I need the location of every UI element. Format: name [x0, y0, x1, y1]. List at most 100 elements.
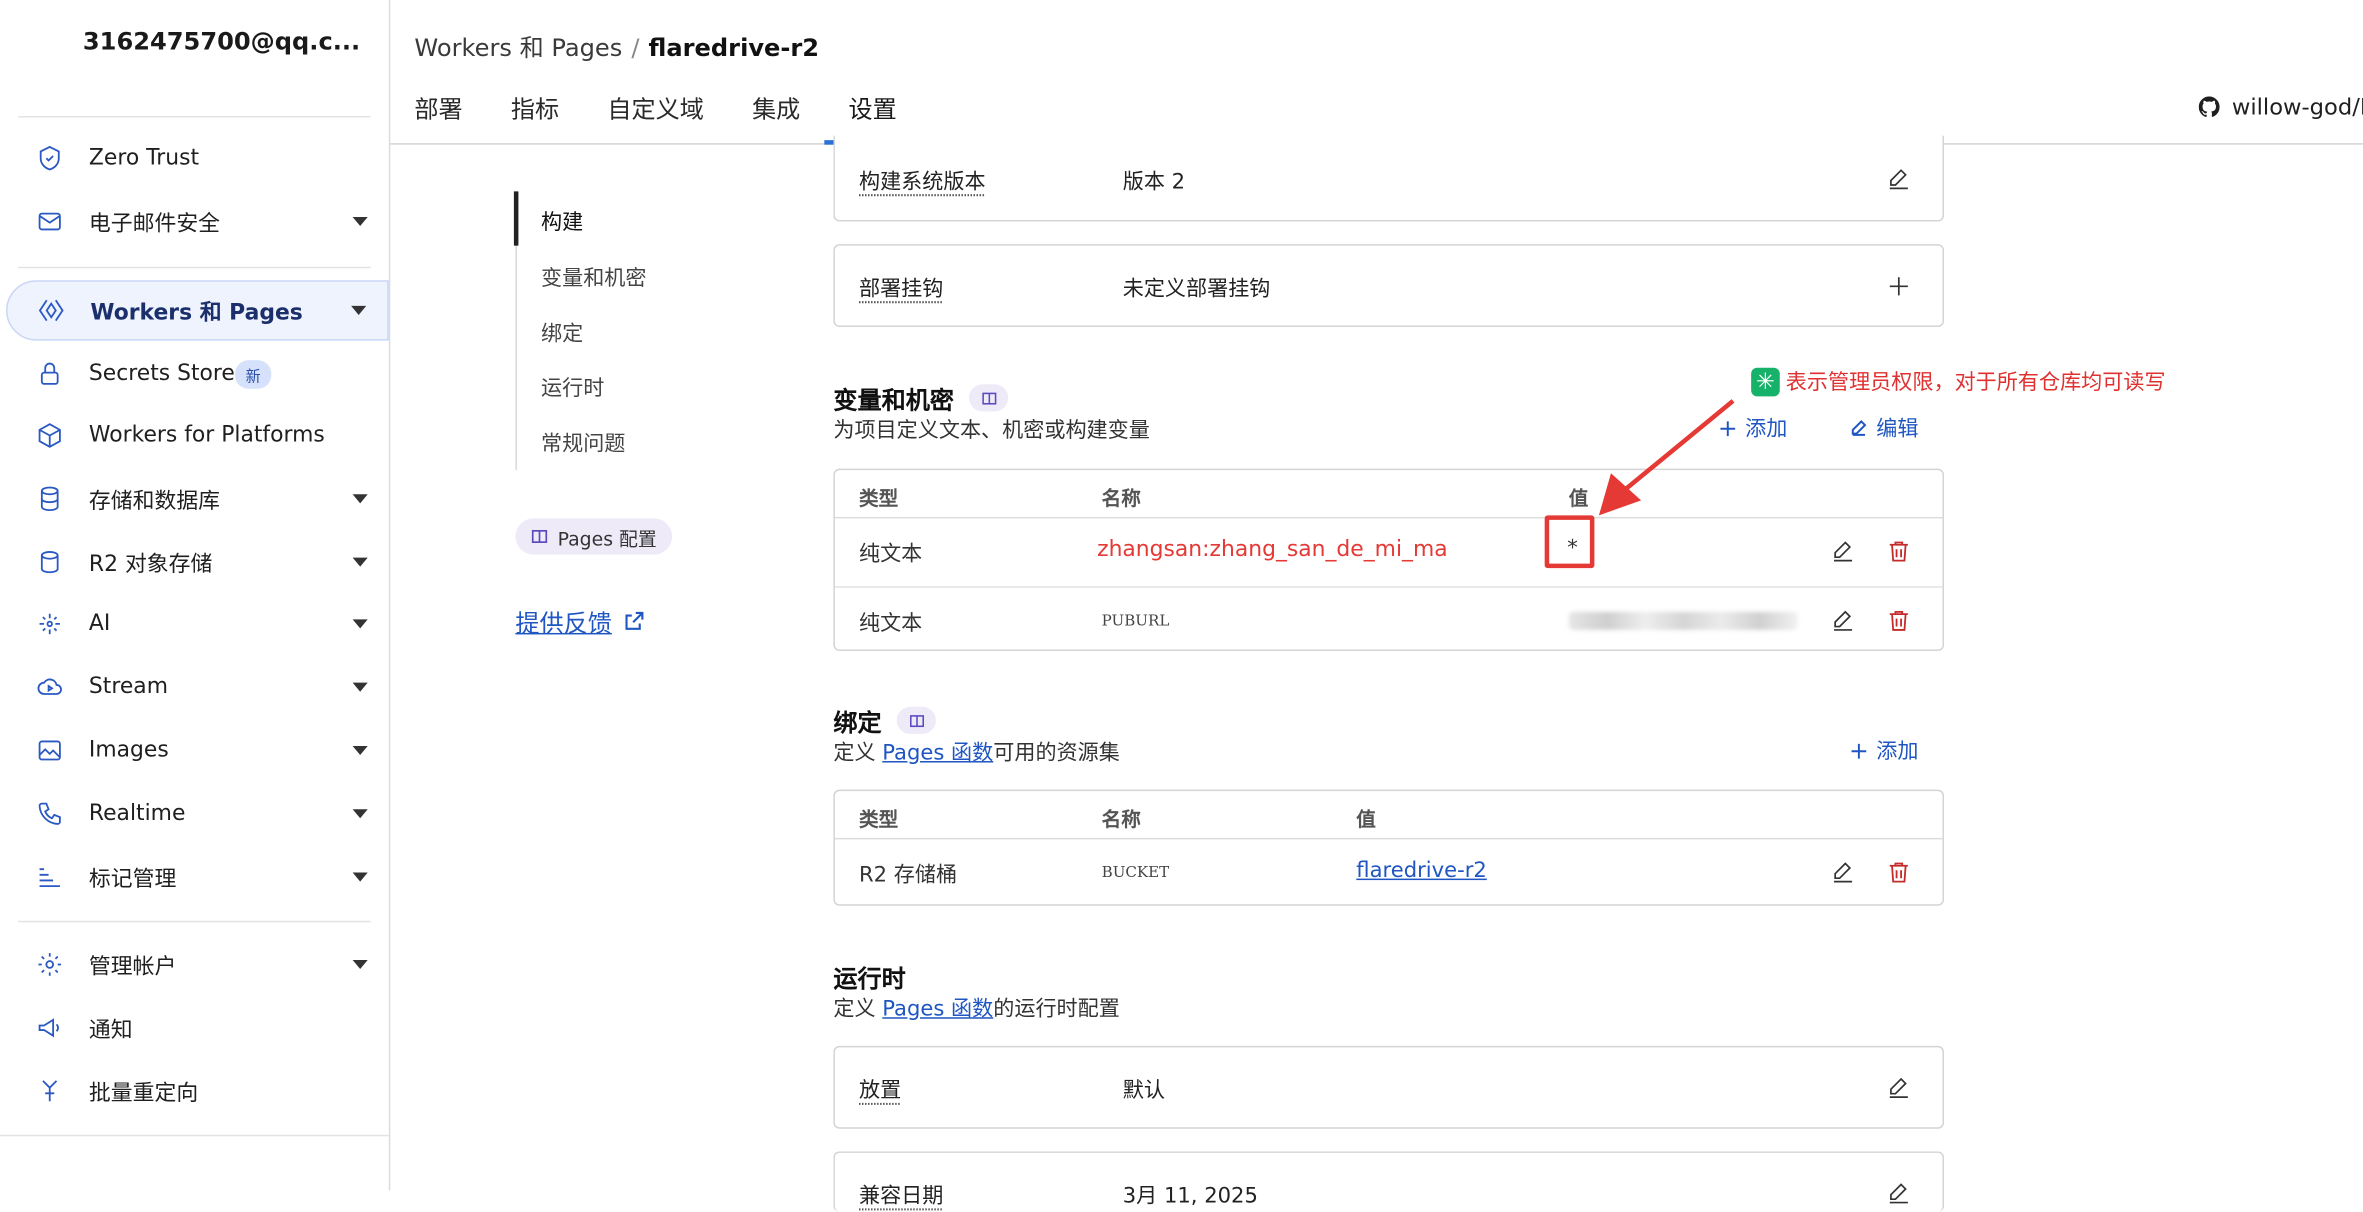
sidebar-item-label: Realtime — [88, 801, 186, 826]
subnav-item-variables[interactable]: 变量和机密 — [541, 262, 646, 292]
breadcrumb: Workers 和 Pages / flaredrive-r2 — [414, 27, 819, 63]
column-header-type: 类型 — [858, 488, 899, 511]
breadcrumb-current: flaredrive-r2 — [648, 33, 820, 62]
feedback-link[interactable]: 提供反馈 — [515, 603, 645, 639]
placement-value: 默认 — [1122, 1079, 1165, 1104]
runtime-desc-post: 的运行时配置 — [993, 997, 1120, 1022]
edit-icon[interactable] — [1829, 607, 1856, 634]
placement-card: 放置 默认 — [833, 1045, 1945, 1129]
trash-icon[interactable] — [1885, 538, 1912, 565]
sidebar-item-label: Zero Trust — [88, 146, 200, 171]
trash-icon[interactable] — [1885, 859, 1912, 886]
account-name[interactable]: 3162475700@qq.c... — [83, 27, 360, 56]
table-row: 纯文本 PUBURL — [834, 586, 1943, 651]
variable-type: 纯文本 — [858, 542, 923, 567]
settings-subnav: 构建 变量和机密 绑定 运行时 常规问题 — [513, 191, 756, 471]
sidebar-item-zero-trust[interactable]: Zero Trust — [6, 128, 389, 188]
tab-metrics[interactable]: 指标 — [487, 84, 583, 144]
pages-config-label: Pages 配置 — [557, 526, 657, 550]
compat-date-label: 兼容日期 — [858, 1184, 944, 1209]
tab-integrations[interactable]: 集成 — [728, 84, 824, 144]
chevron-down-icon[interactable] — [351, 305, 367, 315]
database-icon — [36, 485, 63, 512]
chevron-down-icon[interactable] — [352, 619, 368, 629]
sidebar-item-workers-platforms[interactable]: Workers for Platforms — [6, 405, 389, 465]
chevron-down-icon[interactable] — [352, 745, 368, 756]
sidebar-item-email-security[interactable]: 电子邮件安全 — [6, 191, 389, 251]
subnav-item-build[interactable]: 构建 — [541, 206, 583, 236]
edit-icon[interactable] — [1885, 166, 1912, 193]
edit-icon[interactable] — [1829, 859, 1856, 886]
chevron-down-icon[interactable] — [352, 557, 368, 567]
chevron-down-icon[interactable] — [352, 494, 368, 504]
edit-variables-button[interactable]: 编辑 — [1849, 413, 1918, 443]
annotation-badge-icon: ✳ — [1751, 366, 1780, 396]
repo-link[interactable]: willow-god/F — [2198, 93, 2363, 121]
column-header-value: 值 — [1568, 488, 1589, 511]
chevron-down-icon[interactable] — [352, 217, 368, 227]
sidebar-item-notifications[interactable]: 通知 — [6, 998, 389, 1058]
variables-section-title: 变量和机密 — [833, 380, 1009, 416]
variable-name: PUBURL — [1101, 613, 1170, 630]
chevron-down-icon[interactable] — [352, 872, 368, 882]
storage-icon — [36, 549, 63, 576]
sidebar-item-secrets-store[interactable]: Secrets Store 新 — [6, 344, 389, 404]
redacted-value — [1568, 611, 1798, 630]
sidebar-item-workers-pages[interactable]: Workers 和 Pages — [6, 280, 389, 341]
pages-functions-link[interactable]: Pages 函数 — [882, 741, 993, 765]
sidebar-item-r2[interactable]: R2 对象存储 — [6, 532, 389, 592]
subnav-item-runtime[interactable]: 运行时 — [541, 372, 604, 402]
subnav-item-general[interactable]: 常规问题 — [541, 428, 625, 458]
table-header: 类型 名称 值 — [834, 791, 1943, 840]
subnav-item-bindings[interactable]: 绑定 — [541, 318, 583, 348]
sidebar-item-label: 批量重定向 — [88, 1081, 199, 1106]
column-header-name: 名称 — [1101, 488, 1141, 511]
binding-value-link[interactable]: flaredrive-r2 — [1356, 859, 1487, 883]
add-binding-label: 添加 — [1876, 739, 1919, 765]
sidebar-item-tag-management[interactable]: 标记管理 — [6, 847, 389, 907]
edit-icon[interactable] — [1829, 538, 1856, 565]
binding-type: R2 存储桶 — [858, 863, 958, 888]
sidebar-item-stream[interactable]: Stream — [6, 657, 389, 717]
sidebar-item-realtime[interactable]: Realtime — [6, 784, 389, 844]
sidebar-item-ai[interactable]: AI — [6, 594, 389, 654]
gear-icon — [36, 951, 63, 978]
sidebar-item-images[interactable]: Images — [6, 720, 389, 780]
sidebar-divider — [18, 116, 371, 118]
plus-icon[interactable] — [1885, 273, 1912, 300]
pages-functions-link[interactable]: Pages 函数 — [882, 998, 993, 1022]
feedback-label: 提供反馈 — [515, 608, 612, 638]
chevron-down-icon[interactable] — [352, 682, 368, 692]
mail-icon — [36, 208, 63, 235]
chevron-down-icon[interactable] — [352, 959, 368, 970]
runtime-description: 定义 Pages 函数的运行时配置 — [833, 993, 1119, 1023]
docs-icon[interactable] — [896, 706, 936, 734]
sidebar-item-storage-db[interactable]: 存储和数据库 — [6, 469, 389, 529]
pages-config-chip[interactable]: Pages 配置 — [515, 518, 672, 555]
docs-icon[interactable] — [969, 384, 1009, 412]
sidebar-item-label: 电子邮件安全 — [88, 211, 221, 236]
stream-cloud-icon — [36, 674, 63, 701]
breadcrumb-separator: / — [631, 33, 640, 62]
sidebar-item-label: 标记管理 — [88, 867, 177, 892]
chevron-down-icon[interactable] — [352, 809, 368, 819]
sidebar-item-bulk-redirects[interactable]: 批量重定向 — [6, 1061, 389, 1121]
breadcrumb-parent[interactable]: Workers 和 Pages — [414, 33, 622, 62]
edit-icon[interactable] — [1885, 1074, 1912, 1101]
sidebar-item-label: Stream — [88, 675, 168, 700]
tab-custom-domains[interactable]: 自定义域 — [583, 84, 728, 144]
table-header: 类型 名称 值 — [834, 470, 1943, 519]
trash-icon[interactable] — [1885, 607, 1912, 634]
tab-deployments[interactable]: 部署 — [390, 84, 486, 144]
sidebar-item-label: 通知 — [88, 1017, 133, 1043]
placement-label: 放置 — [858, 1079, 902, 1104]
bindings-table: 类型 名称 值 R2 存储桶 BUCKET flaredrive-r2 — [833, 789, 1945, 906]
subnav-active-indicator — [513, 191, 519, 246]
cube-icon — [36, 422, 63, 449]
ai-sparkle-icon — [36, 610, 63, 637]
add-binding-button[interactable]: 添加 — [1849, 735, 1918, 765]
sidebar-item-label: Images — [88, 738, 169, 763]
sidebar: 3162475700@qq.c... Zero Trust 电子邮件安全 Wor… — [0, 0, 391, 1191]
sidebar-item-manage-account[interactable]: 管理帐户 — [6, 934, 389, 994]
edit-icon[interactable] — [1885, 1180, 1912, 1207]
